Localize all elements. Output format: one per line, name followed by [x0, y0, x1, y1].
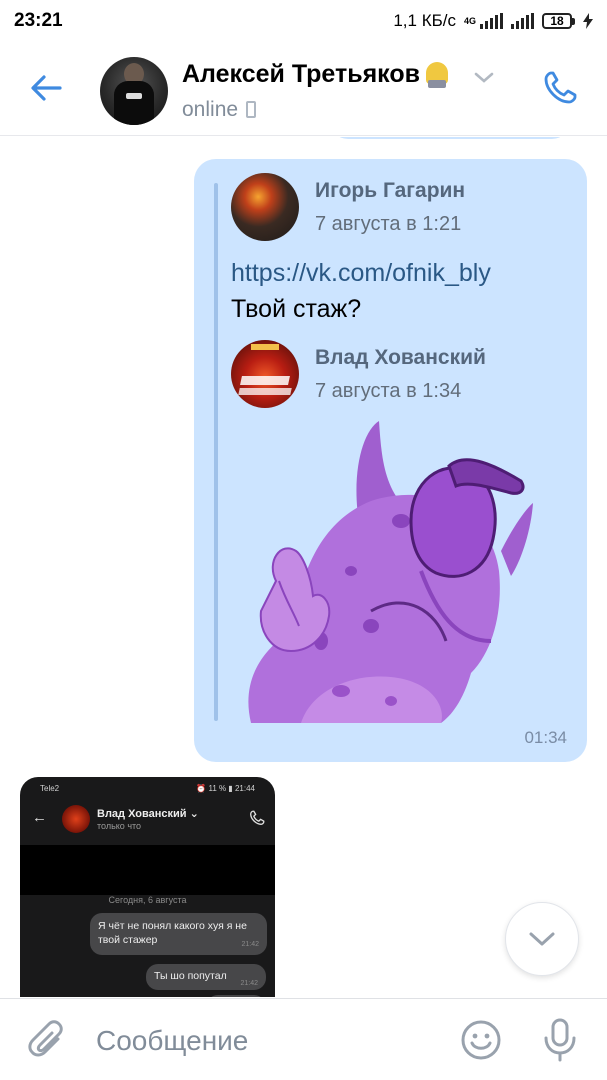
forwarded-date: 7 августа в 1:21 — [315, 213, 462, 235]
sticker-monster-facepalm[interactable] — [231, 411, 541, 723]
shot-message-2: Ты шо попутал 21:42 — [146, 964, 266, 990]
signal-icon-2 — [511, 13, 534, 29]
status-time: 23:21 — [14, 10, 63, 31]
shot-redacted-area — [20, 845, 275, 895]
forwarded-author-avatar-2[interactable] — [231, 340, 299, 408]
shot-status-carrier: Tele2 — [40, 783, 60, 793]
signal-icon — [480, 13, 503, 29]
message-list[interactable]: Игорь Гагарин 7 августа в 1:21 https://v… — [0, 137, 607, 997]
message-link[interactable]: https://vk.com/ofnik_bly — [231, 259, 491, 288]
network-speed: 1,1 КБ/с — [393, 11, 456, 30]
contact-avatar[interactable] — [100, 57, 168, 125]
contact-name: Алексей Третьяков — [182, 60, 421, 88]
phone-call-icon[interactable] — [540, 68, 580, 108]
shot-avatar — [62, 805, 90, 833]
back-arrow-icon[interactable] — [28, 70, 64, 106]
network-type: 4G — [463, 16, 476, 26]
battery-icon: 18 — [542, 13, 575, 29]
forwarded-author-name[interactable]: Игорь Гагарин — [315, 179, 465, 203]
screenshot-attachment[interactable]: Tele2 ⏰ 11 % ▮ 21:44 ← Влад Хованский ⌄ … — [20, 777, 275, 997]
contact-name-row[interactable]: Алексей Третьяков — [182, 60, 449, 89]
message-time: 01:34 — [524, 728, 567, 747]
shot-message-3 — [206, 995, 266, 997]
forwarded-author-name-2[interactable]: Влад Хованский — [315, 346, 486, 370]
status-bar: 23:21 1,1 КБ/с 4G 18 — [0, 0, 607, 42]
shot-contact-name: Влад Хованский ⌄ — [97, 808, 199, 820]
chevron-down-icon — [529, 932, 555, 946]
scroll-down-button[interactable] — [505, 902, 579, 976]
attach-icon[interactable] — [28, 1019, 68, 1063]
emoji-icon[interactable] — [460, 1019, 502, 1061]
message-composer: Сообщение — [0, 998, 607, 1080]
chat-screen: 23:21 1,1 КБ/с 4G 18 Алексей Третьяков o… — [0, 0, 607, 1080]
shot-day-separator: Сегодня, 6 августа — [108, 895, 187, 905]
charging-icon — [583, 13, 593, 29]
shot-contact-status: только что — [97, 821, 142, 831]
outgoing-message-bubble[interactable]: Игорь Гагарин 7 августа в 1:21 https://v… — [194, 159, 587, 762]
forwarded-author-avatar[interactable] — [231, 173, 299, 241]
message-input[interactable]: Сообщение — [96, 1025, 248, 1057]
chevron-down-icon[interactable] — [472, 70, 496, 86]
chat-header: Алексей Третьяков online — [0, 42, 607, 136]
previous-message-bubble[interactable] — [330, 137, 570, 139]
mobile-icon — [246, 101, 257, 118]
contact-status: online — [182, 98, 257, 122]
forwarded-line — [214, 183, 218, 721]
shot-message-1: Я чёт не понял какого хуя я не твой стаж… — [90, 913, 267, 955]
technologist-emoji-icon — [426, 62, 449, 88]
shot-phone-icon — [250, 810, 265, 825]
forwarded-date-2: 7 августа в 1:34 — [315, 380, 462, 402]
shot-status-right: ⏰ 11 % ▮ 21:44 — [196, 783, 255, 793]
shot-back-icon: ← — [32, 809, 47, 826]
message-text: Твой стаж? — [231, 295, 362, 323]
battery-level: 18 — [542, 13, 572, 29]
microphone-icon[interactable] — [540, 1017, 580, 1063]
